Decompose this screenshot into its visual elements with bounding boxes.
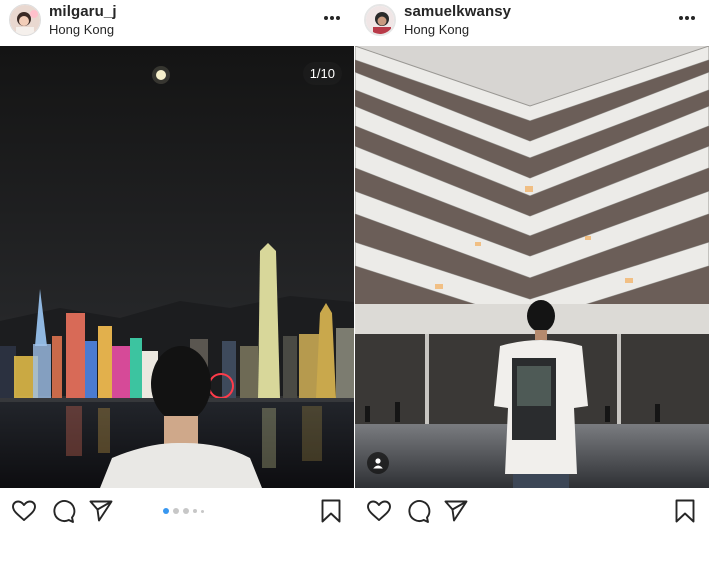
post-image-night-skyline[interactable]: 1/10 [0, 46, 354, 488]
post-header: samuelkwansy Hong Kong [355, 0, 709, 46]
carousel-dot [173, 508, 179, 514]
avatar[interactable] [364, 4, 396, 36]
comment-icon[interactable] [50, 498, 76, 524]
carousel-indicator [163, 508, 204, 514]
post-milgaru: milgaru_j Hong Kong 1/10 [0, 0, 354, 567]
post-header: milgaru_j Hong Kong [0, 0, 354, 46]
more-options-icon[interactable] [324, 14, 342, 22]
paper-plane-icon[interactable] [443, 498, 469, 524]
more-options-icon[interactable] [679, 14, 697, 22]
bookmark-icon[interactable] [672, 498, 698, 524]
heart-icon[interactable] [366, 498, 392, 524]
comment-icon[interactable] [405, 498, 431, 524]
carousel-dot [183, 508, 189, 514]
action-bar [355, 488, 709, 534]
post-image-estate-courtyard[interactable] [355, 46, 709, 488]
heart-icon[interactable] [11, 498, 37, 524]
carousel-dot [201, 509, 204, 513]
carousel-dot [193, 509, 197, 513]
post-samuelkwansy: samuelkwansy Hong Kong [355, 0, 709, 567]
bookmark-icon[interactable] [318, 498, 344, 524]
post-username[interactable]: milgaru_j [49, 3, 117, 20]
carousel-dot-active [163, 508, 169, 514]
action-bar [0, 488, 354, 534]
post-location[interactable]: Hong Kong [404, 22, 469, 37]
avatar[interactable] [9, 4, 41, 36]
carousel-counter: 1/10 [302, 62, 342, 85]
user-tag-icon[interactable] [367, 452, 389, 474]
post-location[interactable]: Hong Kong [49, 22, 114, 37]
post-username[interactable]: samuelkwansy [404, 3, 511, 20]
paper-plane-icon[interactable] [88, 498, 114, 524]
